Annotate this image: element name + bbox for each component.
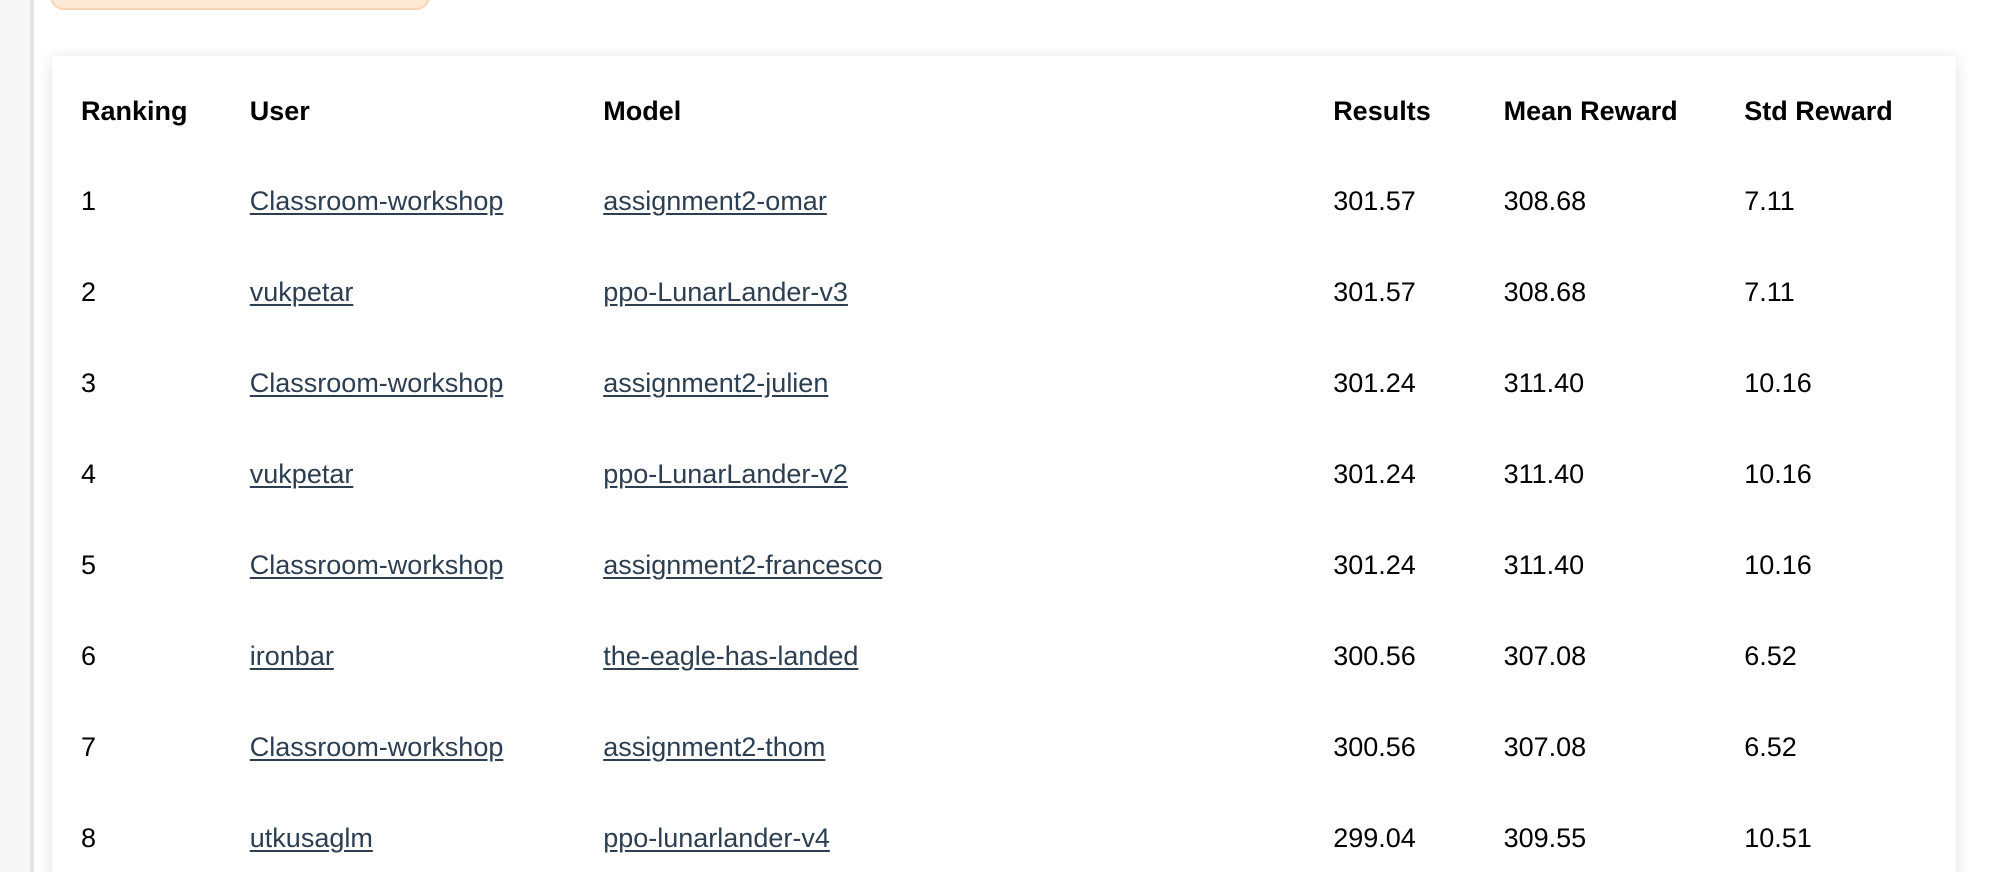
cell-model: assignment2-thom [603, 702, 1333, 793]
cell-mean-reward: 308.68 [1503, 277, 1587, 307]
model-link[interactable]: ppo-LunarLander-v2 [603, 459, 848, 489]
cell-results: 301.57 [1333, 186, 1416, 216]
orange-pill-button[interactable] [50, 0, 430, 10]
model-link[interactable]: assignment2-thom [603, 732, 825, 762]
cell-user: Classroom-workshop [250, 520, 603, 611]
leaderboard-card: Ranking User Model Results Mean Reward S… [52, 56, 1956, 872]
model-link[interactable]: ppo-lunarlander-v4 [603, 823, 830, 853]
cell-mean-reward: 311.40 [1503, 459, 1585, 489]
user-link[interactable]: vukpetar [250, 459, 354, 489]
cell-user: Classroom-workshop [250, 702, 603, 793]
leaderboard-table: Ranking User Model Results Mean Reward S… [52, 56, 1956, 872]
user-link[interactable]: Classroom-workshop [250, 368, 504, 398]
cell-user: Classroom-workshop [250, 156, 603, 247]
cell-ranking: 7 [81, 732, 97, 762]
cell-ranking: 4 [81, 459, 97, 489]
cell-std-reward: 6.52 [1744, 641, 1797, 671]
cell-results: 301.24 [1333, 368, 1416, 398]
user-link[interactable]: Classroom-workshop [250, 186, 504, 216]
cell-results: 301.57 [1333, 277, 1416, 307]
cell-std-reward: 10.51 [1744, 823, 1812, 853]
cell-user: ironbar [250, 611, 603, 702]
cell-user: vukpetar [250, 247, 603, 338]
cell-ranking: 1 [81, 186, 97, 216]
cell-user: utkusaglm [250, 793, 603, 872]
user-link[interactable]: ironbar [250, 641, 334, 671]
cell-model: assignment2-francesco [603, 520, 1333, 611]
cell-std-reward: 7.11 [1744, 186, 1795, 216]
cell-model: assignment2-omar [603, 156, 1333, 247]
cell-model: ppo-LunarLander-v3 [603, 247, 1333, 338]
header-user: User [249, 95, 310, 126]
cell-mean-reward: 307.08 [1503, 732, 1587, 762]
table-row: 4 vukpetar ppo-LunarLander-v2 301.24 311… [52, 429, 1956, 520]
cell-std-reward: 10.16 [1744, 550, 1812, 580]
model-link[interactable]: assignment2-francesco [603, 550, 882, 580]
cell-std-reward: 7.11 [1744, 277, 1795, 307]
cell-user: vukpetar [250, 429, 603, 520]
cell-ranking: 8 [81, 823, 97, 853]
model-link[interactable]: assignment2-julien [603, 368, 828, 398]
header-results: Results [1333, 95, 1431, 126]
header-mean-reward: Mean Reward [1503, 95, 1678, 126]
cell-results: 301.24 [1333, 550, 1416, 580]
cell-mean-reward: 311.40 [1503, 550, 1585, 580]
cell-ranking: 3 [81, 368, 97, 398]
model-link[interactable]: the-eagle-has-landed [603, 641, 858, 671]
table-row: 2 vukpetar ppo-LunarLander-v3 301.57 308… [52, 247, 1956, 338]
cell-ranking: 5 [81, 550, 97, 580]
cell-mean-reward: 311.40 [1503, 368, 1585, 398]
cell-results: 300.56 [1333, 641, 1416, 671]
cell-ranking: 2 [81, 277, 97, 307]
cell-model: the-eagle-has-landed [603, 611, 1333, 702]
cell-model: ppo-lunarlander-v4 [603, 793, 1333, 872]
page: Ranking User Model Results Mean Reward S… [0, 0, 2014, 872]
model-link[interactable]: assignment2-omar [603, 186, 827, 216]
table-row: 7 Classroom-workshop assignment2-thom 30… [52, 702, 1956, 793]
cell-std-reward: 10.16 [1744, 368, 1812, 398]
table-row: 5 Classroom-workshop assignment2-frances… [52, 520, 1956, 611]
cell-mean-reward: 308.68 [1503, 186, 1587, 216]
cell-ranking: 6 [81, 641, 97, 671]
cell-std-reward: 10.16 [1744, 459, 1812, 489]
user-link[interactable]: vukpetar [250, 277, 354, 307]
header-std-reward: Std Reward [1744, 95, 1893, 126]
header-ranking: Ranking [81, 95, 188, 126]
cell-model: ppo-LunarLander-v2 [603, 429, 1333, 520]
table-header-row: Ranking User Model Results Mean Reward S… [52, 56, 1956, 156]
cell-mean-reward: 307.08 [1503, 641, 1587, 671]
cell-model: assignment2-julien [603, 338, 1333, 429]
cell-user: Classroom-workshop [250, 338, 603, 429]
table-row: 8 utkusaglm ppo-lunarlander-v4 299.04 30… [52, 793, 1956, 872]
cell-results: 301.24 [1333, 459, 1416, 489]
cell-results: 299.04 [1333, 823, 1416, 853]
table-row: 3 Classroom-workshop assignment2-julien … [52, 338, 1956, 429]
cell-results: 300.56 [1333, 732, 1416, 762]
user-link[interactable]: Classroom-workshop [250, 550, 504, 580]
user-link[interactable]: utkusaglm [250, 823, 373, 853]
table-row: 1 Classroom-workshop assignment2-omar 30… [52, 156, 1956, 247]
header-model: Model [603, 95, 682, 126]
table-row: 6 ironbar the-eagle-has-landed 300.56 30… [52, 611, 1956, 702]
cell-std-reward: 6.52 [1744, 732, 1797, 762]
cell-mean-reward: 309.55 [1503, 823, 1587, 853]
user-link[interactable]: Classroom-workshop [250, 732, 504, 762]
model-link[interactable]: ppo-LunarLander-v3 [603, 277, 848, 307]
